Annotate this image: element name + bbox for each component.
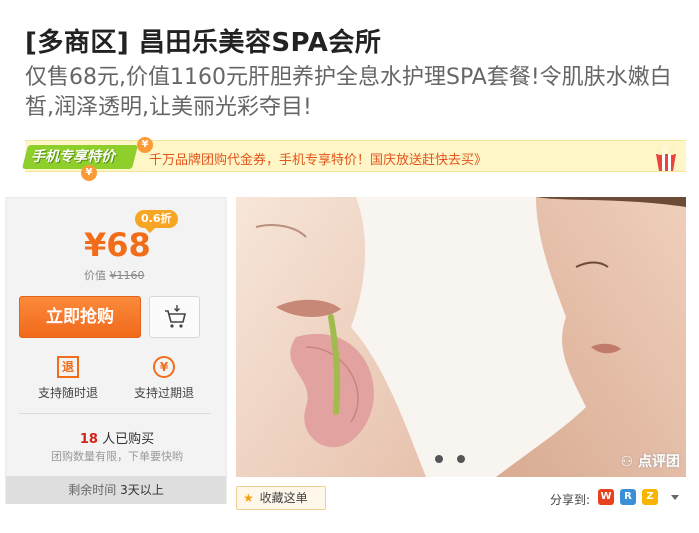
gallery-dot[interactable]	[457, 455, 465, 463]
favorite-label: 收藏这单	[259, 491, 308, 505]
watermark-text: 点评团	[638, 454, 680, 470]
coin-icon: ¥	[81, 165, 97, 181]
buy-now-button[interactable]: 立即抢购	[19, 296, 141, 338]
cart-icon	[165, 305, 187, 328]
feature-refund-anytime-label: 支持随时退	[37, 386, 98, 400]
refund-icon: 退	[57, 356, 79, 378]
deal-title-bar: [多商区] 昌田乐美容SPA会所	[25, 22, 685, 59]
feature-refund-anytime: 退 支持随时退	[23, 356, 113, 401]
renren-share-icon[interactable]: R	[620, 489, 636, 505]
limit-note: 团购数量有限，下单要快哟	[51, 450, 183, 463]
favorite-button[interactable]: ★ 收藏这单	[236, 486, 326, 510]
divider	[19, 413, 211, 414]
deal-title: [多商区] 昌田乐美容SPA会所	[25, 28, 382, 58]
original-price-label: 价值	[84, 269, 106, 282]
add-to-cart-button[interactable]	[149, 296, 200, 338]
chevron-down-icon[interactable]	[671, 495, 679, 500]
remaining-time: 剩余时间 3天以上	[6, 476, 226, 504]
remaining-time-label: 剩余时间	[68, 483, 117, 497]
watermark-logo-icon: ⚇	[620, 454, 634, 470]
buy-panel: 0.6折 ¥68 价值 ¥1160 立即抢购 退 支持随时退 ¥ 支持过期退 1…	[5, 197, 227, 504]
feature-refund-expired-label: 支持过期退	[133, 386, 194, 400]
original-price-value: ¥1160	[109, 269, 145, 282]
weibo-share-icon[interactable]: W	[598, 489, 614, 505]
gallery-dot[interactable]	[435, 455, 443, 463]
star-icon: ★	[243, 491, 254, 505]
bought-number: 18	[79, 432, 98, 447]
mobile-promo-banner[interactable]: 手机专享特价 ¥ ¥ 千万品牌团购代金券，手机专享特价！国庆放送赶快去买》	[22, 137, 686, 181]
yuan-refund-icon: ¥	[153, 356, 175, 378]
deal-subtitle: 仅售68元,价值1160元肝胆养护全息水护理SPA套餐!令肌肤水嫩白皙,润泽透明…	[25, 65, 672, 120]
popcorn-icon	[656, 144, 676, 171]
promo-link[interactable]: 千万品牌团购代金券，手机专享特价！国庆放送赶快去买》	[149, 149, 487, 168]
deal-image-gallery[interactable]: ⚇ 点评团	[236, 197, 686, 477]
qzone-share-icon[interactable]: Z	[642, 489, 658, 505]
mobile-special-badge-text: 手机专享特价	[31, 149, 115, 165]
spa-model-photo	[236, 197, 686, 477]
share-label: 分享到:	[550, 493, 591, 507]
bought-count: 18 人已购买	[6, 428, 228, 447]
mobile-special-badge: 手机专享特价 ¥ ¥	[22, 137, 153, 181]
original-price: 价值 ¥1160	[84, 267, 145, 283]
remaining-time-value: 3天以上	[120, 483, 164, 497]
bought-label: 人已购买	[102, 432, 155, 447]
feature-refund-expired: ¥ 支持过期退	[119, 356, 209, 401]
gallery-watermark: ⚇ 点评团	[621, 451, 680, 471]
deal-price: ¥68	[84, 226, 151, 264]
